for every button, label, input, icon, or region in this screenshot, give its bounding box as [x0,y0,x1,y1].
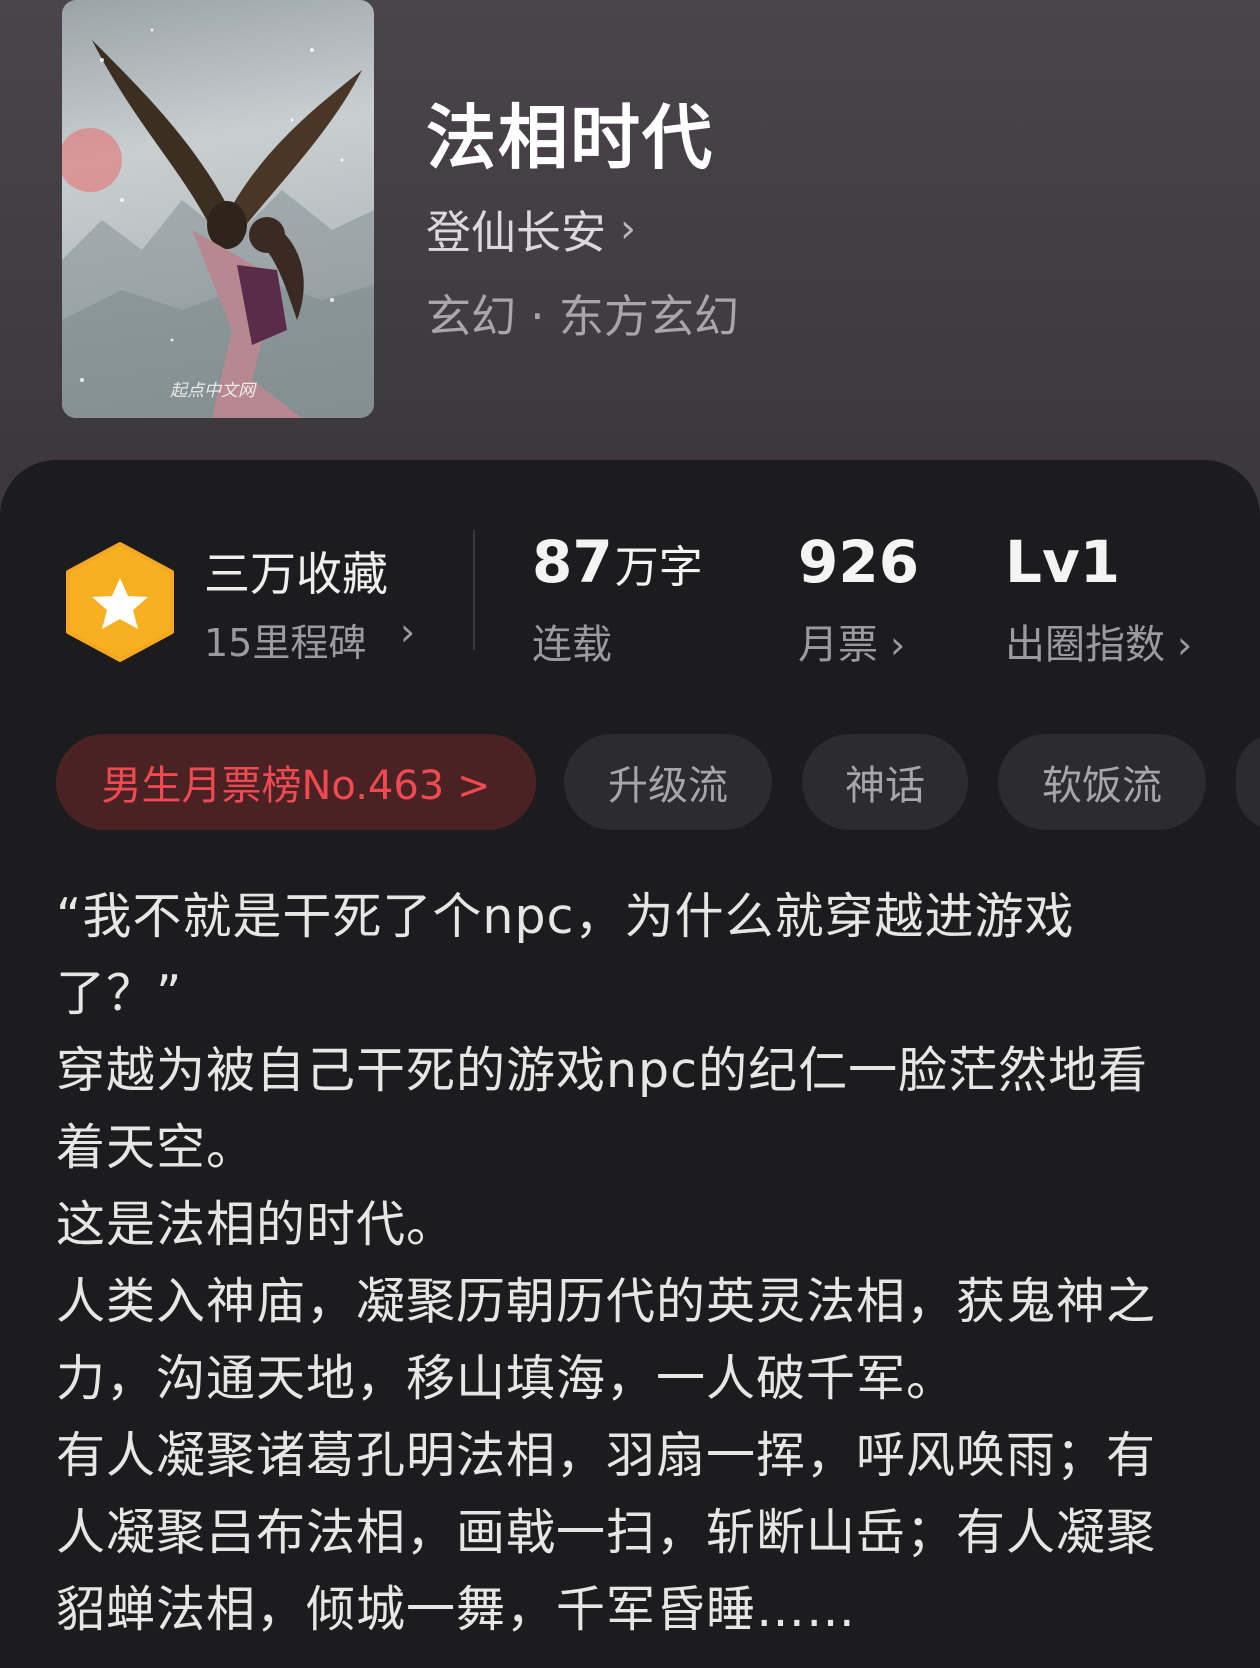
tag-chip[interactable]: 升级流 [564,734,772,830]
synopsis[interactable]: “我不就是干死了个npc，为什么就穿越进游戏了？” 穿越为被自己干死的游戏npc… [56,878,1186,1648]
author-name: 登仙长安 [426,206,607,259]
monthly-tickets-link[interactable]: 月票 › [798,612,905,670]
stats-divider [473,530,475,650]
rank-tag[interactable]: 男生月票榜No.463 > [56,734,536,830]
synopsis-paragraph: 穿越为被自己干死的游戏npc的纪仁一脸茫然地看着天空。 [56,1042,1149,1176]
serial-status: 连载 [532,622,612,668]
book-cover[interactable]: 起点中文网 [62,0,374,418]
word-count-value: 87 [532,528,613,596]
star-hexagon-icon[interactable] [62,540,178,664]
favorites-title[interactable]: 三万收藏 [204,538,388,604]
favorites-milestone[interactable]: 15里程碑 [204,612,366,667]
author-link[interactable]: 登仙长安 › [426,196,636,261]
synopsis-paragraph: 这是法相的时代。 [56,1196,457,1253]
monthly-tickets-label: 月票 [798,622,878,668]
breakout-index-label: 出圈指数 [1005,622,1165,668]
stats-row: 三万收藏 15里程碑 › 87万字 连载 926 月票 › Lv1 出圈指数 › [0,460,1260,690]
synopsis-paragraph: “我不就是干死了个npc，为什么就穿越进游戏了？” [56,888,1075,1022]
breakout-index-value[interactable]: Lv1 [1005,528,1120,596]
cover-watermark: 起点中文网 [170,381,255,401]
breakout-index-link[interactable]: 出圈指数 › [1005,612,1192,670]
chevron-right-icon[interactable]: › [400,610,415,654]
chevron-right-icon: › [1177,623,1193,667]
book-title: 法相时代 [426,97,714,179]
synopsis-paragraph: 有人凝聚诸葛孔明法相，羽扇一挥，呼风唤雨；有人凝聚吕布法相，画戟一扫，斩断山岳；… [56,1427,1157,1638]
synopsis-paragraph: 人类入神庙，凝聚历朝历代的英灵法相，获鬼神之力，沟通天地，移山填海，一人破千军。 [56,1273,1157,1407]
tag-chip[interactable]: 软饭流 [998,734,1206,830]
tag-list: 男生月票榜No.463 > 升级流 神话 软饭流 [0,734,1260,834]
book-detail-panel: 三万收藏 15里程碑 › 87万字 连载 926 月票 › Lv1 出圈指数 › 男… [0,460,1260,1668]
chevron-right-icon: › [890,623,906,667]
tag-chip-overflow[interactable] [1236,734,1260,830]
word-count: 87万字 [532,528,703,596]
chevron-right-icon: › [620,205,637,252]
genre-label: 玄幻 · 东方玄幻 [426,290,739,343]
cover-art [62,28,374,418]
monthly-tickets-value[interactable]: 926 [798,528,919,596]
word-count-unit: 万字 [614,542,703,593]
tag-chip[interactable]: 神话 [802,734,968,830]
